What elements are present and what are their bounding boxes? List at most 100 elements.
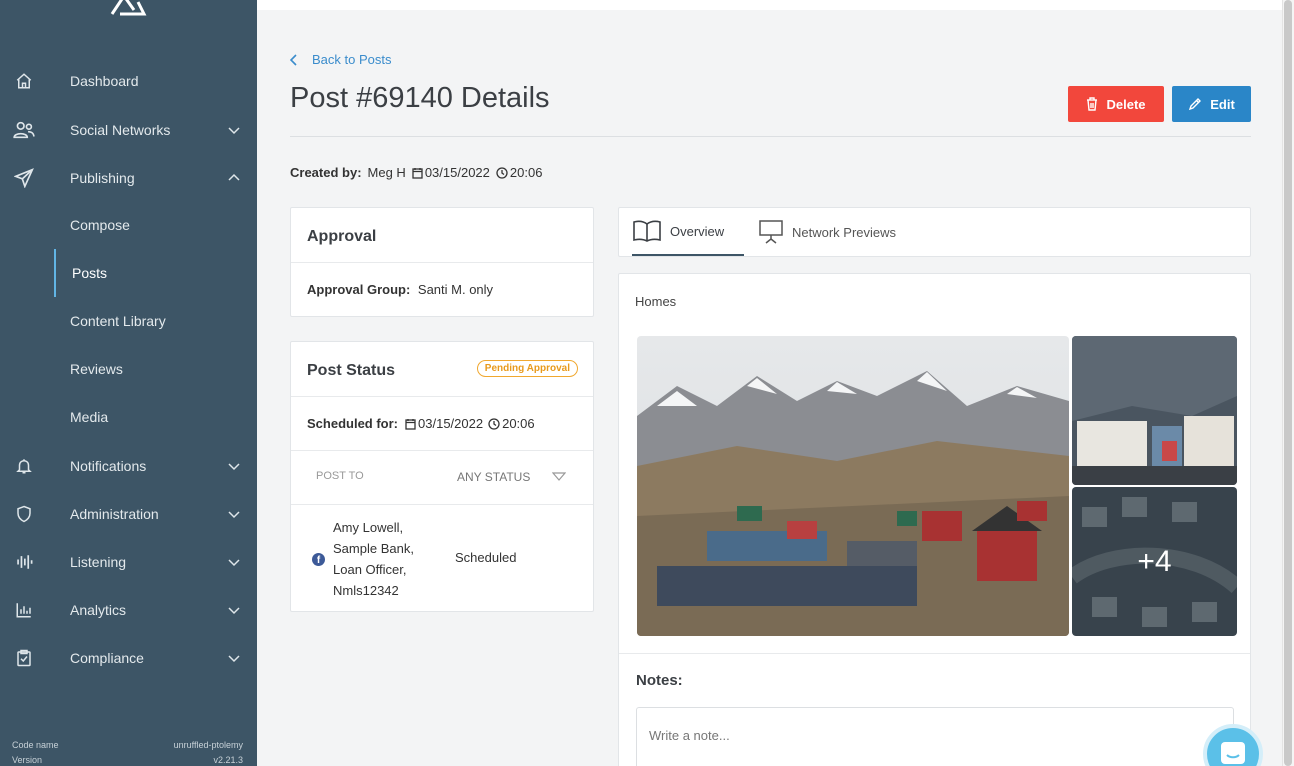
header-divider [290, 136, 1251, 137]
sidebar-subitem-label: Content Library [70, 313, 166, 329]
sidebar-subitem-compose[interactable]: Compose [0, 205, 257, 245]
bar-chart-icon [12, 598, 36, 622]
post-to-account: Amy Lowell, Sample Bank, Loan Officer, N… [333, 517, 414, 601]
chevron-down-icon [228, 511, 240, 519]
sidebar-item-compliance[interactable]: Compliance [0, 638, 257, 678]
tab-label: Network Previews [792, 224, 897, 240]
post-caption: Homes [635, 294, 677, 309]
sidebar: Dashboard Social Networks Publishing Com… [0, 0, 257, 766]
code-name-label: Code name [12, 740, 59, 750]
note-input[interactable]: Write a note... [636, 707, 1234, 766]
trash-icon [1087, 97, 1098, 111]
presentation-screen-icon [759, 220, 783, 244]
users-icon [12, 118, 36, 142]
calendar-icon [412, 167, 423, 179]
status-badge: Pending Approval [476, 360, 578, 377]
created-date: 03/15/2022 [424, 165, 490, 180]
row-status: Scheduled [455, 550, 517, 565]
sidebar-item-label: Listening [70, 554, 127, 570]
overview-panel: Homes +4 Notes: Write a note... [618, 273, 1251, 766]
page-title: Post #69140 Details [290, 82, 550, 114]
sidebar-subitem-posts[interactable]: Posts [0, 249, 257, 297]
sidebar-item-label: Administration [70, 506, 159, 522]
back-to-posts-link[interactable]: Back to Posts [290, 52, 391, 67]
chevron-down-icon [228, 127, 240, 135]
version-row: Version v2.21.3 [12, 755, 243, 765]
status-filter-dropdown[interactable]: ANY STATUS [457, 470, 567, 484]
sidebar-item-label: Social Networks [70, 122, 171, 138]
sidebar-item-social-networks[interactable]: Social Networks [0, 110, 257, 150]
shield-icon [12, 502, 36, 526]
sidebar-item-notifications[interactable]: Notifications [0, 446, 257, 486]
sidebar-item-administration[interactable]: Administration [0, 494, 257, 534]
pencil-icon [1189, 98, 1202, 111]
chevron-down-icon [228, 655, 240, 663]
tab-overview[interactable]: Overview [632, 208, 744, 256]
delete-button[interactable]: Delete [1068, 86, 1164, 122]
approval-group-row: Approval Group: Santi M. only [307, 282, 493, 297]
filter-triangle-icon [552, 472, 567, 481]
account-line: Loan Officer, [333, 562, 407, 577]
sidebar-item-label: Notifications [70, 458, 147, 474]
post-image-2[interactable] [1072, 336, 1237, 485]
account-line: Amy Lowell, [333, 520, 404, 535]
sidebar-item-analytics[interactable]: Analytics [0, 590, 257, 630]
sidebar-item-label: Dashboard [70, 73, 139, 89]
approval-title: Approval [307, 228, 377, 245]
sidebar-item-label: Publishing [70, 170, 135, 186]
edit-button[interactable]: Edit [1172, 86, 1251, 122]
version-value: v2.21.3 [213, 755, 243, 765]
approval-group-value: Santi M. only [417, 282, 494, 297]
scheduled-row: Scheduled for: 03/15/2022 20:06 [307, 416, 535, 431]
clock-icon [488, 417, 500, 430]
column-header-post-to: POST TO [316, 470, 364, 482]
post-status-card: Post Status Pending Approval Scheduled f… [290, 341, 594, 612]
code-name-value: unruffled-ptolemy [173, 740, 243, 750]
clipboard-check-icon [12, 646, 36, 670]
approval-card: Approval Approval Group: Santi M. only [290, 207, 594, 317]
account-line: Sample Bank, [333, 541, 414, 556]
tab-network-previews[interactable]: Network Previews [758, 208, 918, 256]
sidebar-item-listening[interactable]: Listening [0, 542, 257, 582]
sidebar-subitem-label: Reviews [70, 361, 123, 377]
separator [291, 396, 593, 397]
facebook-icon: f [312, 553, 325, 566]
separator [291, 450, 593, 451]
back-link-label: Back to Posts [312, 52, 392, 67]
active-indicator [54, 249, 56, 297]
notes-title: Notes: [636, 672, 683, 689]
tab-label: Overview [670, 223, 725, 239]
sidebar-subitem-reviews[interactable]: Reviews [0, 349, 257, 389]
chevron-left-icon [290, 53, 297, 66]
separator [619, 653, 1250, 654]
edit-button-label: Edit [1210, 96, 1235, 112]
post-image-main[interactable] [637, 336, 1069, 636]
home-icon [12, 69, 36, 93]
table-row: f Amy Lowell, Sample Bank, Loan Officer,… [291, 505, 593, 611]
book-open-icon [633, 220, 661, 242]
sidebar-item-dashboard[interactable]: Dashboard [0, 61, 257, 101]
scheduled-date: 03/15/2022 [418, 416, 484, 431]
post-status-title: Post Status [307, 362, 396, 379]
scheduled-label: Scheduled for: [307, 416, 399, 431]
separator [291, 262, 593, 263]
landscape-image-icon [637, 336, 1069, 636]
tab-bar: Overview Network Previews [618, 207, 1251, 257]
created-time: 20:06 [509, 165, 543, 180]
calendar-icon [405, 418, 416, 430]
account-line: Nmls12342 [333, 583, 399, 598]
scrollbar-thumb[interactable] [1284, 0, 1292, 766]
version-label: Version [12, 755, 43, 765]
logo-icon[interactable] [108, 0, 148, 20]
sidebar-item-publishing[interactable]: Publishing [0, 158, 257, 198]
top-bar [257, 0, 1282, 10]
post-image-more[interactable]: +4 [1072, 487, 1237, 636]
sidebar-subitem-content-library[interactable]: Content Library [0, 301, 257, 341]
sidebar-subitem-media[interactable]: Media [0, 397, 257, 437]
bell-icon [12, 454, 36, 478]
waveform-icon [12, 550, 36, 574]
chevron-down-icon [228, 463, 240, 471]
approval-group-label: Approval Group: [307, 282, 411, 297]
sidebar-item-label: Analytics [70, 602, 127, 618]
chevron-down-icon [228, 559, 240, 567]
